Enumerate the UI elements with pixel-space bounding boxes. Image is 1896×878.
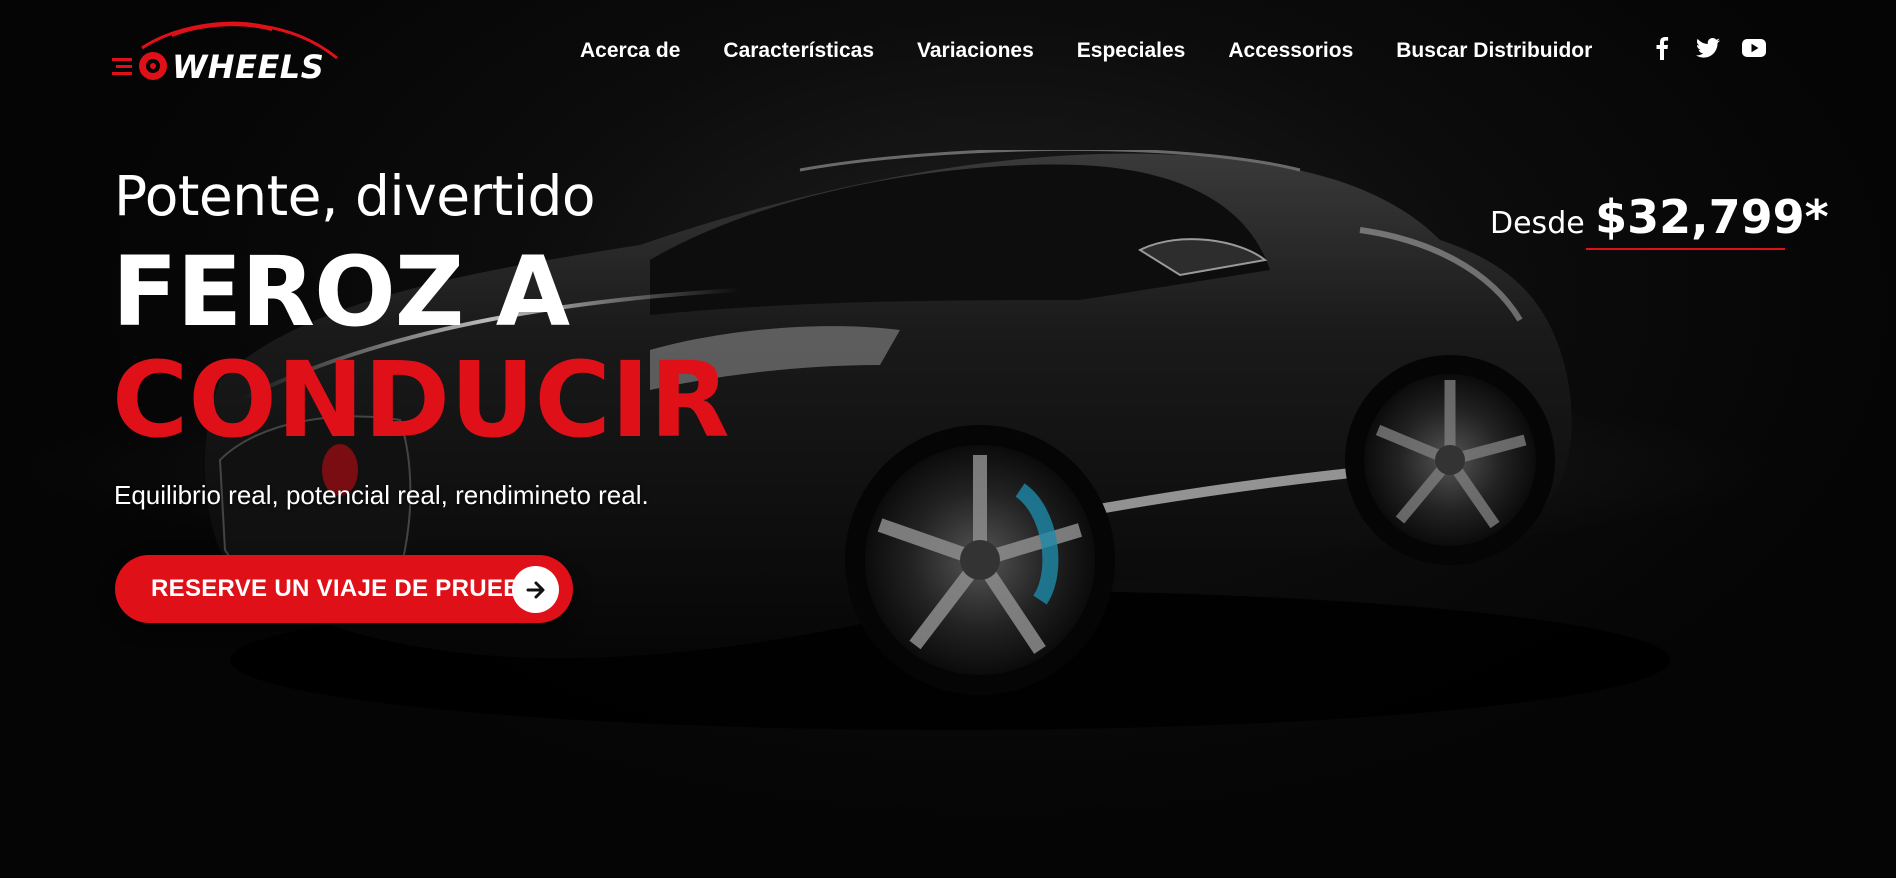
price-underline [1586, 248, 1785, 250]
price-tag: Desde $32,799* [1490, 190, 1829, 244]
hero-tagline: Equilibrio real, potencial real, rendimi… [114, 480, 649, 510]
price-value: $32,799* [1595, 190, 1829, 244]
nav-item-distribuidor[interactable]: Buscar Distribuidor [1396, 39, 1592, 63]
nav-item-caracteristicas[interactable]: Características [723, 39, 874, 63]
facebook-icon[interactable] [1650, 36, 1674, 60]
arrow-right-icon [512, 566, 559, 613]
brand-logo[interactable]: WHEELS [112, 18, 348, 88]
main-nav: Acerca de Características Variaciones Es… [580, 34, 1635, 68]
nav-item-variaciones[interactable]: Variaciones [917, 39, 1034, 63]
hero-headline-line2: CONDUCIR [112, 339, 730, 461]
twitter-icon[interactable] [1696, 36, 1720, 60]
test-drive-label: RESERVE UN VIAJE DE PRUEBA [151, 575, 539, 602]
brand-name: WHEELS [172, 48, 325, 86]
nav-item-accessorios[interactable]: Accessorios [1228, 39, 1353, 63]
test-drive-button[interactable]: RESERVE UN VIAJE DE PRUEBA [115, 555, 573, 623]
youtube-icon[interactable] [1742, 36, 1766, 60]
price-prefix: Desde [1490, 206, 1585, 241]
social-links [1650, 36, 1766, 60]
hero-subtitle: Potente, divertido [114, 164, 596, 228]
hero-headline-line1: FEROZ A [112, 236, 570, 348]
nav-item-especiales[interactable]: Especiales [1077, 39, 1186, 63]
nav-item-acerca[interactable]: Acerca de [580, 39, 680, 63]
